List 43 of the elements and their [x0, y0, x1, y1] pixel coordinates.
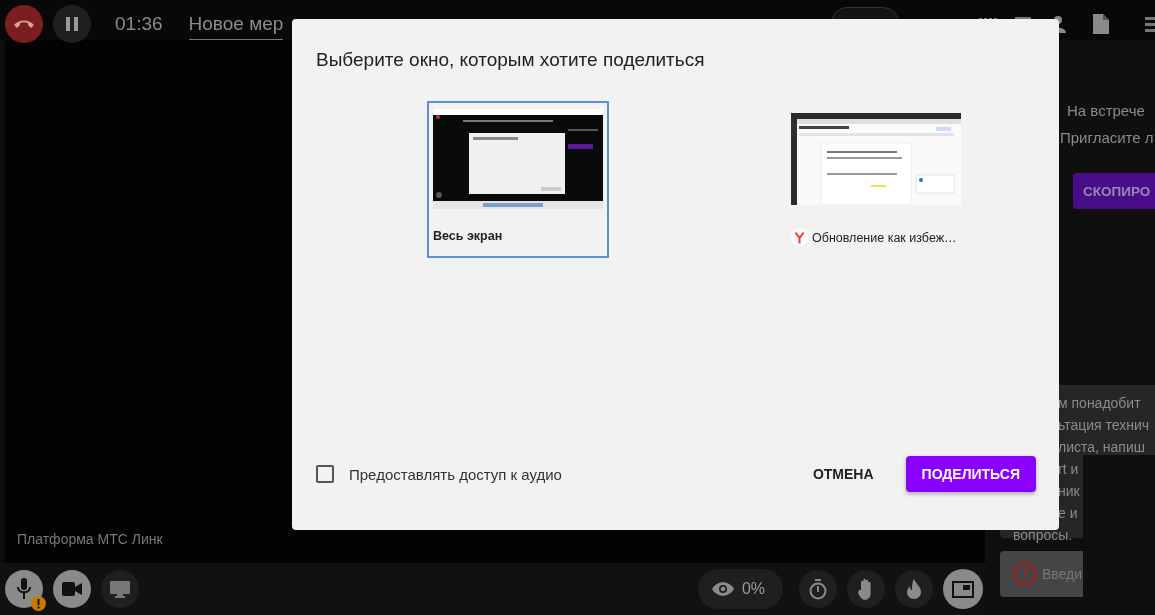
- source-option[interactable]: Обновление как избеж…: [785, 101, 967, 258]
- message-text: м понадобит: [1057, 394, 1141, 413]
- pause-button[interactable]: [53, 5, 91, 43]
- raise-hand-button[interactable]: [847, 570, 885, 608]
- camera-icon: [62, 582, 82, 596]
- source-label: Обновление как избеж…: [812, 230, 957, 245]
- panel-text: На встрече: [1067, 102, 1146, 119]
- viewers-button[interactable]: 0%: [697, 569, 783, 609]
- timer-button[interactable]: [799, 570, 837, 608]
- flame-icon: [907, 579, 921, 599]
- source-option[interactable]: Весь экран: [427, 101, 609, 258]
- share-button[interactable]: ПОДЕЛИТЬСЯ: [905, 456, 1036, 492]
- screen-share-button[interactable]: [101, 570, 139, 608]
- microphone-icon: [16, 578, 32, 600]
- monitor-icon: [110, 580, 130, 598]
- camera-button[interactable]: [53, 570, 91, 608]
- message-text: ник: [1057, 482, 1080, 501]
- checkbox-label: Предоставлять доступ к аудио: [349, 465, 562, 483]
- error-icon: [1013, 562, 1037, 586]
- message-text: вопросы.: [1012, 526, 1073, 545]
- audio-checkbox[interactable]: [316, 465, 334, 483]
- source-label: Весь экран: [433, 229, 503, 243]
- picture-in-picture-button[interactable]: [943, 569, 983, 609]
- phone-icon: [13, 19, 35, 29]
- browser-logo-icon: [791, 229, 808, 246]
- stage-caption: Платформа МТС Линк: [17, 531, 163, 547]
- panel-text: Пригласите л: [1060, 129, 1155, 146]
- stopwatch-icon: [809, 578, 827, 600]
- microphone-button[interactable]: [5, 570, 43, 608]
- copy-link-button[interactable]: СКОПИРО: [1073, 173, 1155, 209]
- message-text: ьтация технич: [1057, 416, 1150, 435]
- menu-icon[interactable]: [1145, 15, 1155, 33]
- end-call-button[interactable]: [5, 5, 43, 43]
- cancel-button[interactable]: ОТМЕНА: [796, 456, 890, 492]
- eye-icon: [711, 582, 734, 596]
- dialog-title: Выберите окно, которым хотите поделиться: [316, 49, 706, 71]
- pause-icon: [66, 17, 78, 31]
- window-icon: [952, 580, 974, 598]
- message-text: листа, напиш: [1057, 438, 1145, 457]
- call-timer: 01:36: [115, 13, 163, 35]
- message-text: е и: [1057, 504, 1078, 523]
- reactions-button[interactable]: [895, 570, 933, 608]
- document-icon[interactable]: [1093, 14, 1109, 34]
